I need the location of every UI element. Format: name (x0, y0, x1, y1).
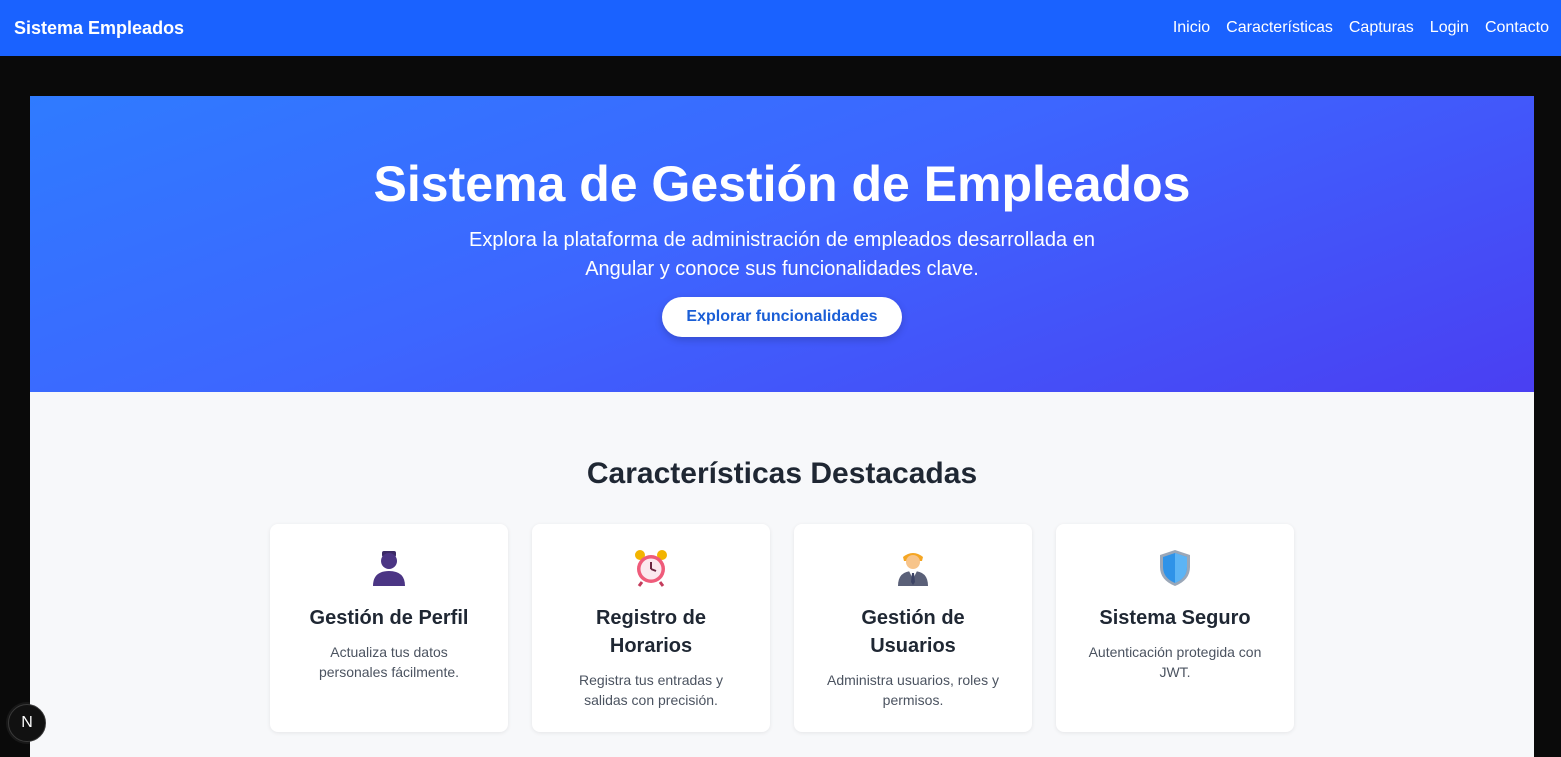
feature-card-title: Registro de Horarios (595, 607, 707, 657)
feature-card-profile: Gestión de Perfil Actualiza tus datos pe… (270, 524, 508, 732)
feature-card-security: Sistema Seguro Autenticación protegida c… (1056, 524, 1294, 732)
nav-link-contacto[interactable]: Contacto (1485, 19, 1549, 37)
feature-card-description: Administra usuarios, roles y permisos. (827, 672, 999, 708)
features-section: Características Destacadas Gestión de Pe… (30, 392, 1534, 757)
navbar: Sistema Empleados Inicio Características… (0, 0, 1561, 56)
nav-link-caracteristicas[interactable]: Características (1226, 19, 1333, 37)
nextjs-dev-badge[interactable]: N (8, 704, 46, 742)
alarm-clock-icon (532, 548, 770, 588)
nav-links: Inicio Características Capturas Login Co… (1173, 19, 1549, 37)
nav-link-capturas[interactable]: Capturas (1349, 19, 1414, 37)
explore-features-button[interactable]: Explorar funcionalidades (662, 297, 902, 337)
office-worker-icon (794, 548, 1032, 588)
feature-card-users: Gestión de Usuarios Administra usuarios,… (794, 524, 1032, 732)
feature-card-title: Gestión de Perfil (309, 607, 469, 629)
feature-card-description: Actualiza tus datos personales fácilment… (318, 644, 460, 680)
feature-card-description: Autenticación protegida con JWT. (1088, 644, 1262, 680)
nav-link-login[interactable]: Login (1430, 19, 1469, 37)
feature-card-schedule: Registro de Horarios Registra tus entrad… (532, 524, 770, 732)
feature-card-title: Sistema Seguro (1099, 607, 1251, 629)
features-heading: Características Destacadas (586, 457, 978, 490)
hero-subtitle: Explora la plataforma de administración … (469, 229, 1095, 280)
shield-icon (1056, 548, 1294, 588)
feature-card-description: Registra tus entradas y salidas con prec… (579, 672, 723, 708)
hero-title: Sistema de Gestión de Empleados (373, 156, 1191, 212)
brand-logo[interactable]: Sistema Empleados (14, 18, 184, 39)
hero-section: Sistema de Gestión de Empleados Explora … (30, 96, 1534, 392)
feature-card-title: Gestión de Usuarios (861, 607, 965, 657)
feature-cards: Gestión de Perfil Actualiza tus datos pe… (270, 524, 1294, 732)
nav-link-inicio[interactable]: Inicio (1173, 19, 1210, 37)
person-silhouette-icon (270, 548, 508, 588)
